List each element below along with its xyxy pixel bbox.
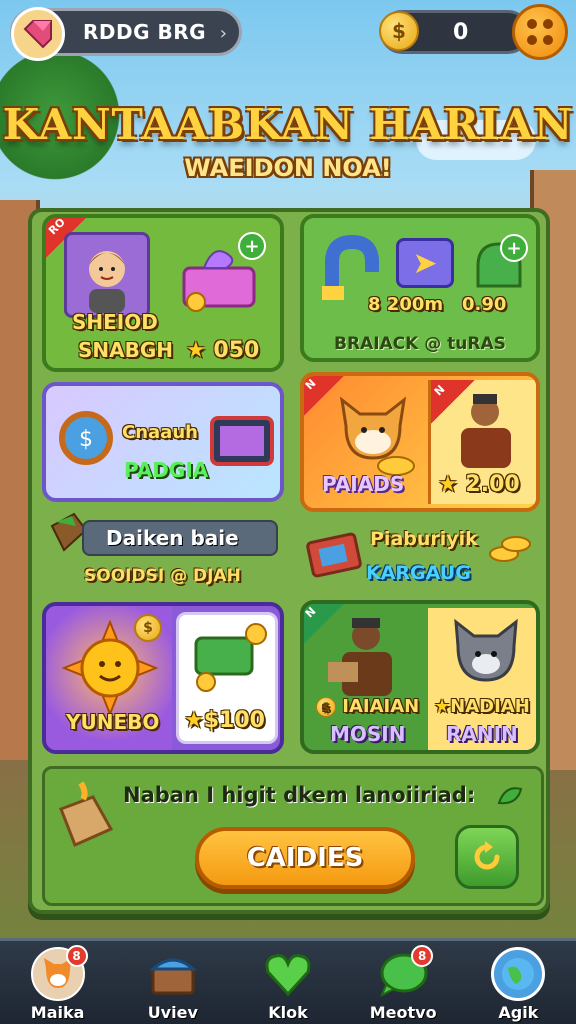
nav-label: Uviev — [147, 1003, 198, 1022]
nav-item-uviev[interactable]: Uviev — [125, 947, 221, 1022]
card-f-label-2: MOSIN — [330, 722, 406, 746]
nav-item-meotvo[interactable]: 8 Meotvo — [355, 945, 451, 1022]
nav-label: Maika — [30, 1003, 85, 1022]
card-f-label-3: ★NADIAH — [434, 696, 530, 717]
claim-info-text: Naban I higit dkem lanoiiriad: — [123, 783, 476, 807]
card-f-label-4: RANIN — [446, 722, 518, 746]
card-c-label-2: PADGIA — [124, 458, 209, 482]
globe-icon — [491, 947, 546, 1001]
reward-card-gadgets[interactable]: $ Cnaauh PADGIA — [42, 382, 284, 502]
avatar-gem-icon — [11, 7, 65, 61]
leaf-icon — [497, 787, 523, 805]
reader-character-icon — [328, 618, 392, 696]
claim-panel: Naban I higit dkem lanoiiriad: CAIDIES — [42, 766, 544, 906]
section-h-label-2: KARGAUG — [366, 562, 471, 584]
profile-name: RDDG BRG — [83, 20, 207, 44]
refresh-icon — [474, 841, 500, 870]
card-e-label: YUNEBO — [66, 710, 160, 734]
nav-label: Meotvo — [369, 1003, 437, 1022]
card-e-price: ★$100 — [184, 708, 265, 733]
section-g-tag: Daiken baie — [106, 526, 239, 550]
card-a-price: ★ 050 — [186, 338, 260, 363]
character-portrait — [64, 232, 150, 318]
reward-card-sun[interactable]: $ YUNEBO ★$100 — [42, 602, 284, 754]
section-g-label: SOOIDSI @ DJAH — [84, 566, 241, 586]
card-b-stat: 8 200m — [368, 294, 444, 315]
chest-icon — [146, 947, 200, 1001]
section-h-label-1: Piaburiyik — [370, 528, 478, 550]
nav-item-agik[interactable]: Agik — [470, 947, 566, 1022]
notification-badge: 8 — [411, 945, 434, 967]
daily-rewards-board: RO + SHEIOD SNABGH ★ 050 ➤ + 8 200m 0.90… — [28, 208, 550, 914]
card-a-label-1: SHEIOD — [72, 310, 158, 334]
profile-pill[interactable]: RDDG BRG › — [10, 7, 242, 61]
daily-bonus-section[interactable]: Daiken baie SOOIDSI @ DJAH — [42, 510, 284, 596]
coin-value: 0 — [453, 20, 469, 45]
top-bar: RDDG BRG › $ 0 — [0, 0, 576, 64]
notification-badge: 8 — [65, 945, 88, 967]
card-b-stat-2: 0.90 — [462, 294, 507, 315]
stopwatch-icon: $ — [59, 411, 113, 465]
shiba-dog-icon — [339, 396, 415, 476]
card-b-label: BRAIACK @ tuRAS — [334, 334, 506, 354]
cash-pile-icon — [194, 623, 267, 692]
star-icon: ★ — [438, 472, 458, 497]
svg-text:$: $ — [79, 427, 93, 452]
bottom-nav: 8 Maika Uviev Klok 8 Meotvo Agik — [0, 938, 576, 1024]
nav-label: Klok — [268, 1003, 308, 1022]
menu-grid-button[interactable] — [512, 4, 568, 60]
page-subtitle: WAEIDON NOA! — [184, 154, 392, 182]
coin-counter[interactable]: $ 0 — [379, 10, 530, 54]
coin-stack-icon — [489, 536, 531, 562]
add-plus-icon[interactable]: + — [238, 232, 266, 260]
cat-character-icon — [454, 618, 518, 682]
reward-card-items[interactable]: ➤ + 8 200m 0.90 BRAIACK @ tuRAS — [300, 214, 540, 362]
star-icon: ★ — [434, 696, 451, 717]
page-title: KANTAABKAN HARIAN — [2, 100, 574, 149]
refresh-button[interactable] — [455, 825, 519, 889]
card-a-label-2: SNABGH — [78, 338, 174, 362]
reward-card-characters[interactable]: N $ IAIAIAN MOSIN ★NADIAH RANIN — [300, 600, 540, 754]
coin-icon: $ — [379, 11, 419, 51]
nav-label: Agik — [498, 1003, 539, 1022]
tablet-device-icon — [210, 416, 274, 466]
reward-card-pets[interactable]: N N PAIADS ★ 2.00 — [300, 372, 540, 512]
scroll-paper-icon — [59, 781, 114, 848]
game-board-icon — [306, 532, 362, 578]
card-d-label: PAIADS — [322, 472, 405, 496]
arrow-boost-icon: ➤ — [396, 238, 454, 288]
claim-button[interactable]: CAIDIES — [195, 827, 415, 889]
star-icon: ★ — [184, 708, 204, 733]
card-d-price: ★ 2.00 — [438, 472, 520, 497]
nav-item-klok[interactable]: Klok — [240, 947, 336, 1022]
heart-icon — [261, 947, 315, 1001]
star-icon: ★ — [186, 338, 206, 363]
card-f-label-1: $ IAIAIAN — [316, 696, 419, 717]
chevron-right-icon: › — [219, 23, 227, 44]
add-plus-icon[interactable]: + — [500, 234, 528, 262]
reward-card-profile[interactable]: RO + SHEIOD SNABGH ★ 050 — [42, 214, 284, 372]
card-c-label-1: Cnaauh — [122, 422, 198, 443]
bundle-section[interactable]: Piaburiyik KARGAUG — [300, 514, 540, 596]
nav-item-maika[interactable]: 8 Maika — [10, 945, 106, 1022]
coin-icon: $ — [134, 614, 162, 642]
